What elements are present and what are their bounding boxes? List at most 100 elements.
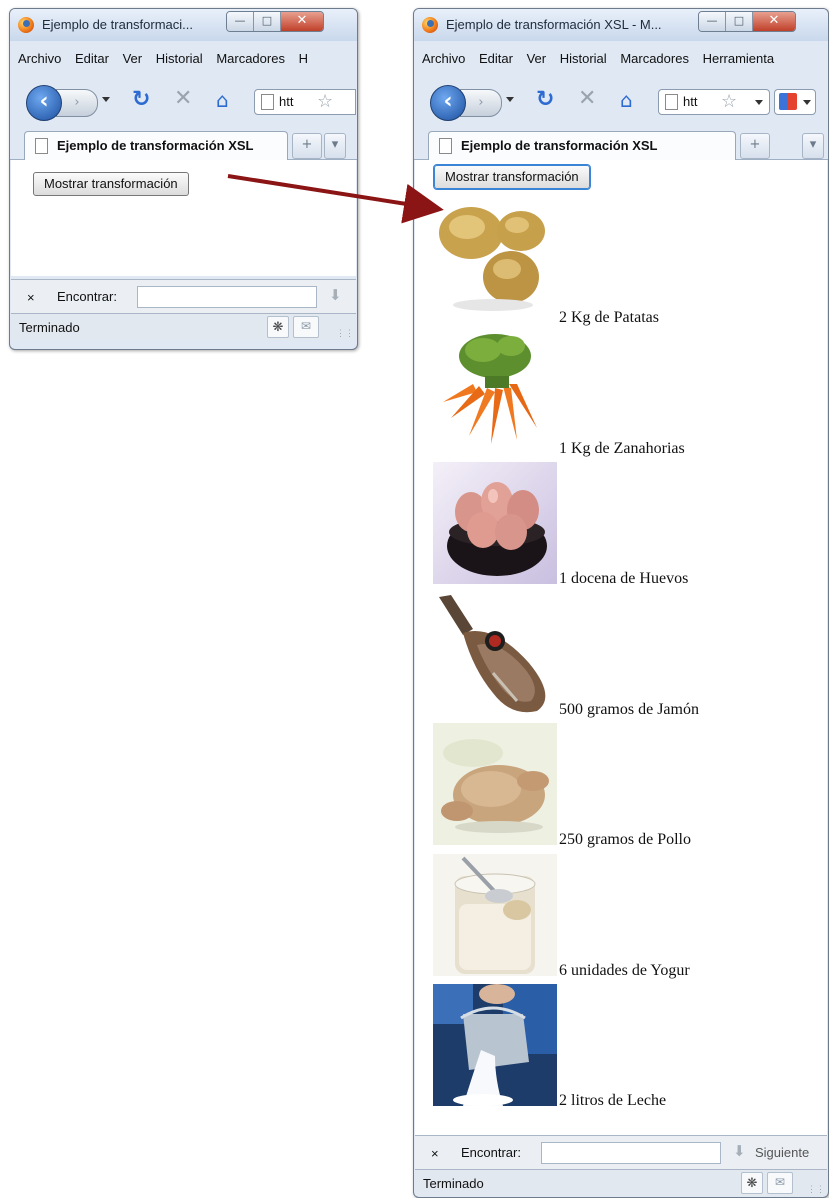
chicken-image — [433, 723, 557, 845]
firefox-logo-icon — [422, 17, 438, 33]
close-find-icon[interactable]: × — [27, 290, 35, 305]
left-browser-window: Ejemplo de transformaci... — □ ✕ Archivo… — [9, 8, 358, 350]
window-title: Ejemplo de transformaci... — [42, 17, 194, 32]
page-icon — [261, 94, 274, 110]
menu-archivo[interactable]: Archivo — [18, 51, 61, 66]
item-label: 1 docena de Huevos — [559, 570, 689, 587]
menu-bar: Archivo Editar Ver Historial Marcadores … — [10, 51, 357, 73]
close-window-button[interactable]: ✕ — [281, 12, 323, 31]
minimize-button[interactable]: — — [699, 12, 726, 31]
url-bar[interactable]: htt ☆ — [254, 89, 356, 115]
new-tab-button[interactable]: + — [740, 133, 770, 159]
item-label: 2 Kg de Patatas — [559, 309, 659, 326]
status-bar: Terminado ❋ ✉ ⋮⋮ — [11, 313, 356, 340]
item-label: 2 litros de Leche — [559, 1092, 667, 1109]
menu-marcadores[interactable]: Marcadores — [620, 51, 689, 66]
mail-icon[interactable]: ✉ — [293, 316, 319, 338]
maximize-button[interactable]: □ — [726, 12, 753, 31]
search-engine-icon[interactable] — [774, 89, 816, 115]
firebug-icon[interactable]: ❋ — [741, 1172, 763, 1194]
right-browser-window: Ejemplo de transformación XSL - M... — □… — [413, 8, 829, 1198]
navigation-toolbar: › ‹ ↻ ✕ ⌂ htt ☆ — [10, 79, 357, 123]
url-dropdown-icon[interactable] — [755, 100, 763, 105]
forward-button[interactable]: › — [56, 89, 98, 117]
find-label: Encontrar: — [57, 289, 117, 304]
url-text: htt — [279, 94, 294, 109]
tab-page-icon — [439, 138, 452, 154]
item-label: 250 gramos de Pollo — [559, 831, 691, 848]
home-icon[interactable]: ⌂ — [620, 88, 633, 112]
reload-icon[interactable]: ↻ — [132, 87, 150, 112]
resize-grip-icon[interactable]: ⋮⋮ — [336, 328, 354, 339]
mail-icon[interactable]: ✉ — [767, 1172, 793, 1194]
eggs-image — [433, 462, 557, 584]
tab-list-button[interactable]: ▾ — [324, 133, 346, 159]
menu-editar[interactable]: Editar — [75, 51, 109, 66]
history-dropdown-icon[interactable] — [102, 97, 110, 102]
back-button[interactable]: ‹ — [430, 85, 466, 121]
window-title: Ejemplo de transformación XSL - M... — [446, 17, 662, 32]
menu-historial[interactable]: Historial — [560, 51, 607, 66]
window-controls: — □ ✕ — [698, 11, 796, 32]
stop-icon[interactable]: ✕ — [174, 86, 192, 111]
page-content: Mostrar transformación 2 Kg de Patatas 1… — [415, 160, 827, 1135]
status-text: Terminado — [423, 1176, 484, 1191]
menu-marcadores[interactable]: Marcadores — [216, 51, 285, 66]
find-bar: × Encontrar: ⬇ — [11, 279, 356, 314]
firefox-logo-icon — [18, 17, 34, 33]
title-bar[interactable]: Ejemplo de transformaci... — □ ✕ — [10, 9, 357, 41]
ham-image — [433, 593, 557, 715]
tab-page-icon — [35, 138, 48, 154]
reload-icon[interactable]: ↻ — [536, 87, 554, 112]
maximize-button[interactable]: □ — [254, 12, 281, 31]
show-transformation-button[interactable]: Mostrar transformación — [433, 164, 591, 190]
home-icon[interactable]: ⌂ — [216, 88, 229, 112]
forward-button[interactable]: › — [460, 89, 502, 117]
tab-title: Ejemplo de transformación XSL — [461, 138, 658, 153]
resize-grip-icon[interactable]: ⋮⋮ — [807, 1184, 825, 1195]
find-next-button[interactable]: Siguiente — [755, 1145, 809, 1160]
title-bar[interactable]: Ejemplo de transformación XSL - M... — □… — [414, 9, 828, 41]
show-transformation-button[interactable]: Mostrar transformación — [33, 172, 189, 196]
minimize-button[interactable]: — — [227, 12, 254, 31]
menu-archivo[interactable]: Archivo — [422, 51, 465, 66]
page-content: Mostrar transformación — [11, 160, 356, 276]
menu-herramientas[interactable]: H — [299, 51, 308, 66]
menu-historial[interactable]: Historial — [156, 51, 203, 66]
close-find-icon[interactable]: × — [431, 1146, 439, 1161]
url-bar[interactable]: htt ☆ — [658, 89, 770, 115]
bookmark-star-icon[interactable]: ☆ — [721, 91, 737, 112]
back-button[interactable]: ‹ — [26, 85, 62, 121]
find-input[interactable] — [137, 286, 317, 308]
tab-bar: Ejemplo de transformación XSL + ▾ — [414, 125, 828, 160]
bookmark-star-icon[interactable]: ☆ — [317, 91, 333, 112]
tab-title: Ejemplo de transformación XSL — [57, 138, 254, 153]
potatoes-image — [433, 201, 557, 323]
window-controls: — □ ✕ — [226, 11, 324, 32]
tab-list-button[interactable]: ▾ — [802, 133, 824, 159]
status-text: Terminado — [19, 320, 80, 335]
find-input[interactable] — [541, 1142, 721, 1164]
tab-transformacion[interactable]: Ejemplo de transformación XSL — [428, 131, 736, 160]
find-next-arrow-icon[interactable]: ⬇ — [329, 286, 342, 304]
history-dropdown-icon[interactable] — [506, 97, 514, 102]
tab-transformacion[interactable]: Ejemplo de transformación XSL — [24, 131, 288, 160]
carrots-image — [433, 332, 557, 454]
menu-herramientas[interactable]: Herramienta — [703, 51, 775, 66]
tab-bar: Ejemplo de transformación XSL + ▾ — [10, 125, 357, 160]
find-label: Encontrar: — [461, 1145, 521, 1160]
new-tab-button[interactable]: + — [292, 133, 322, 159]
close-window-button[interactable]: ✕ — [753, 12, 795, 31]
url-text: htt — [683, 94, 698, 109]
menu-ver[interactable]: Ver — [123, 51, 143, 66]
find-bar: × Encontrar: ⬇ Siguiente — [415, 1135, 827, 1170]
menu-bar: Archivo Editar Ver Historial Marcadores … — [414, 51, 828, 73]
menu-ver[interactable]: Ver — [527, 51, 547, 66]
firebug-icon[interactable]: ❋ — [267, 316, 289, 338]
status-bar: Terminado ❋ ✉ ⋮⋮ — [415, 1169, 827, 1196]
menu-editar[interactable]: Editar — [479, 51, 513, 66]
item-label: 1 Kg de Zanahorias — [559, 440, 685, 457]
navigation-toolbar: › ‹ ↻ ✕ ⌂ htt ☆ — [414, 79, 828, 123]
stop-icon[interactable]: ✕ — [578, 86, 596, 111]
find-next-arrow-icon[interactable]: ⬇ — [733, 1142, 746, 1160]
